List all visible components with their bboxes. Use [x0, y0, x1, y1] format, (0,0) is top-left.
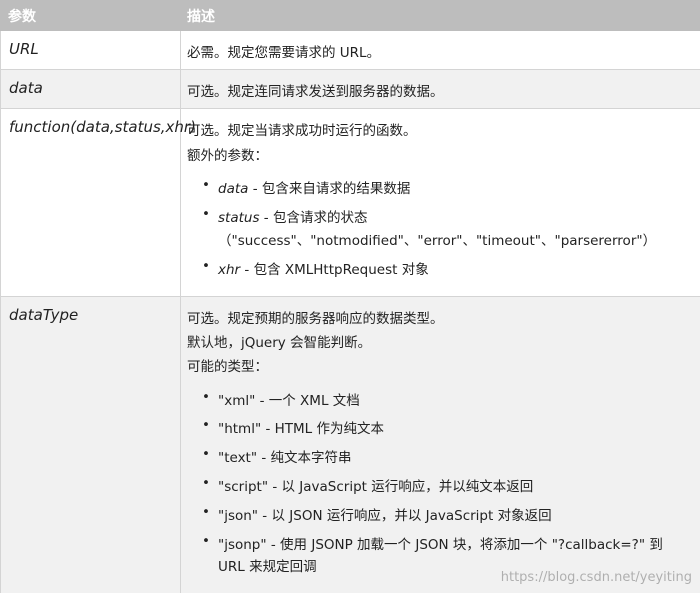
- list-item: • xhr - 包含 XMLHttpRequest 对象: [202, 258, 429, 278]
- table-row: dataType 可选。规定预期的服务器响应的数据类型。 默认地，jQuery …: [0, 297, 700, 593]
- desc-text: 必需。规定您需要请求的 URL。: [187, 45, 381, 61]
- param-name: function(data,status,xhr): [9, 118, 196, 136]
- watermark: https://blog.csdn.net/yeyiting: [500, 570, 692, 585]
- list-item: • "json" - 以 JSON 运行响应，并以 JavaScript 对象返回: [202, 504, 552, 524]
- param-name: URL: [9, 40, 39, 58]
- param-cell: function(data,status,xhr): [0, 109, 196, 296]
- desc-cell: 可选。规定当请求成功时运行的函数。 额外的参数： • data - 包含来自请求的…: [181, 109, 700, 296]
- desc-extra: 额外的参数：: [187, 148, 268, 164]
- header-col-param: 参数: [8, 9, 36, 25]
- desc-cell: 可选。规定连同请求发送到服务器的数据。: [181, 70, 700, 108]
- list-item: • "html" - HTML 作为纯文本: [202, 417, 384, 437]
- list-item: • "jsonp" - 使用 JSONP 加载一个 JSON 块，将添加一个 "?…: [202, 533, 663, 553]
- list-item: • "script" - 以 JavaScript 运行响应，并以纯文本返回: [202, 475, 534, 495]
- desc-cell: 必需。规定您需要请求的 URL。: [181, 31, 700, 69]
- param-cell: URL: [0, 31, 181, 69]
- param-cell: dataType: [0, 297, 181, 593]
- param-name: dataType: [9, 306, 79, 324]
- table-row: URL 必需。规定您需要请求的 URL。: [0, 31, 700, 70]
- desc-line2: 默认地，jQuery 会智能判断。: [187, 335, 372, 351]
- desc-cell: 可选。规定预期的服务器响应的数据类型。 默认地，jQuery 会智能判断。 可能…: [181, 297, 700, 593]
- header-col-desc: 描述: [187, 9, 215, 25]
- desc-text: 可选。规定连同请求发送到服务器的数据。: [187, 84, 444, 100]
- list-item: • "text" - 纯文本字符串: [202, 446, 352, 466]
- table-row: function(data,status,xhr) 可选。规定当请求成功时运行的…: [0, 109, 700, 297]
- list-item-cont: URL 来规定回调: [218, 559, 317, 575]
- list-item: • data - 包含来自请求的结果数据: [202, 177, 411, 197]
- param-cell: data: [0, 70, 181, 108]
- desc-text: 可选。规定预期的服务器响应的数据类型。: [187, 311, 444, 327]
- list-item: • "xml" - 一个 XML 文档: [202, 389, 360, 409]
- desc-text: 可选。规定当请求成功时运行的函数。: [187, 123, 417, 139]
- table-header: 参数 描述: [0, 0, 700, 31]
- table-row: data 可选。规定连同请求发送到服务器的数据。: [0, 70, 700, 109]
- list-item: • status - 包含请求的状态: [202, 206, 368, 226]
- param-name: data: [9, 79, 43, 97]
- list-item-cont: （"success"、"notmodified"、"error"、"timeou…: [218, 233, 657, 249]
- desc-line3: 可能的类型：: [187, 359, 268, 375]
